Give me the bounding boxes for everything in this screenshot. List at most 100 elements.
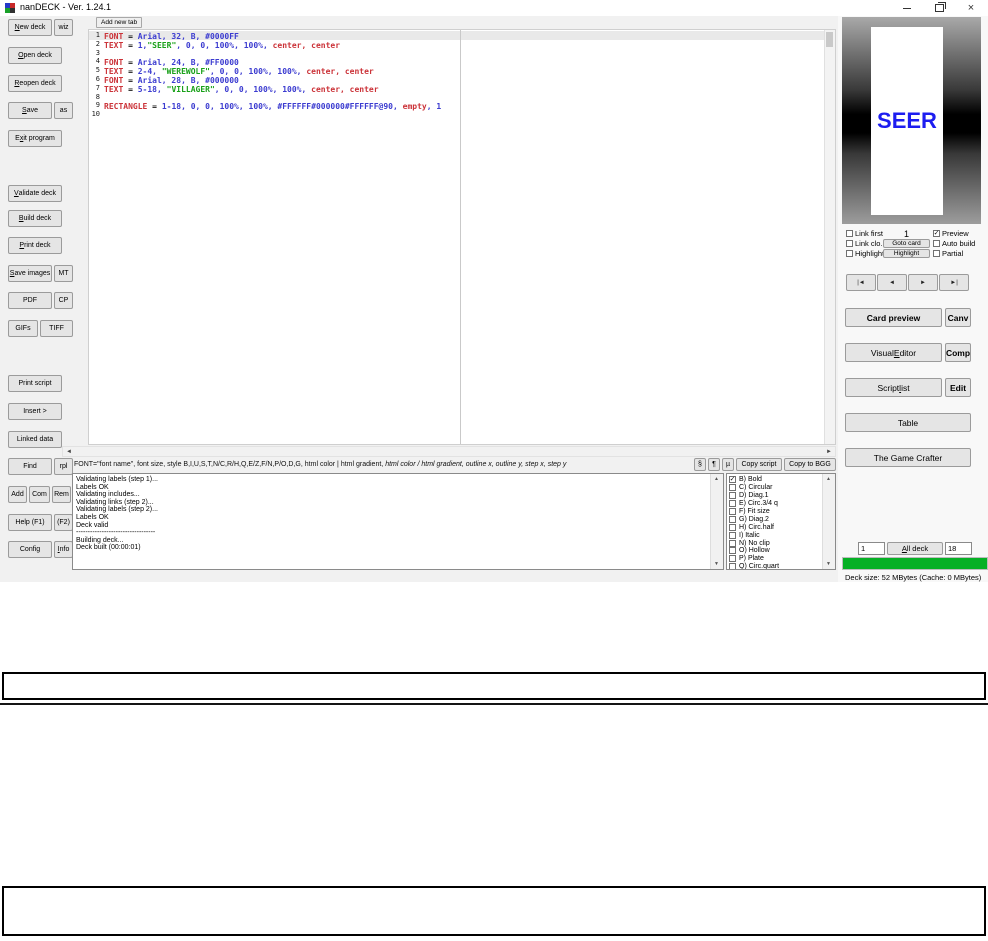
editor-right-pane[interactable] [461,31,825,444]
validation-log[interactable]: Validating labels (step 1)... Labels OK Va… [72,473,724,570]
script-editor[interactable]: 1 2 3 4 5 6 7 8 9 10 FONT = Arial, 32, B, #0000FF… [88,29,836,445]
helpbar-button-[interactable]: ¶ [708,458,720,471]
checkbox-link-clo[interactable]: Link clo. [846,239,883,248]
checkbox[interactable] [846,250,853,257]
checkbox[interactable] [729,492,736,500]
checkbox[interactable] [729,523,736,531]
sidebar-button-print-deck[interactable]: Print deck [8,237,62,254]
font-style-checklist[interactable]: ✓ B) Bold C) Circular D) Diag.1 E) Circ.3/4 … [726,473,836,570]
comp-button[interactable]: Comp [945,343,971,362]
checklist-item-n-no-clip[interactable]: N) No clip [729,539,822,547]
checkbox-highlight[interactable]: Highlight [846,249,884,258]
goto-card-button[interactable]: Goto card [883,239,930,248]
sidebar-button-rem[interactable]: Rem [52,486,71,503]
checkbox[interactable] [846,240,853,247]
sidebar-button-build-deck[interactable]: Build deck [8,210,62,227]
sidebar-button-insert[interactable]: Insert > [8,403,62,420]
sidebar-button-wiz[interactable]: wiz [54,19,73,36]
checklist-item-f-fit-size[interactable]: F) Fit size [729,508,822,516]
sidebar-button-save[interactable]: Save [8,102,52,119]
checkbox[interactable] [729,515,736,523]
previous-card-button[interactable]: ◄ [877,274,907,291]
sidebar-button-exit-program[interactable]: Ex it program [8,130,62,147]
checkbox-checked[interactable]: ✓ [933,230,940,237]
scroll-down-icon[interactable]: ▼ [823,559,834,569]
sidebar-button-print-script[interactable]: Print script [8,375,62,392]
helpbar-button-copy-to-bgg[interactable]: Copy to BGG [784,458,836,471]
sidebar-button-validate-deck[interactable]: Validate deck [8,185,62,202]
script-list-button[interactable]: Script l ist [845,378,942,397]
scrollbar-thumb[interactable] [826,32,833,47]
next-card-button[interactable]: ► [908,274,938,291]
checklist-item-i-italic[interactable]: I) Italic [729,531,822,539]
editor-horizontal-scrollbar[interactable]: ◄ ► [62,446,836,457]
scroll-up-icon[interactable]: ▲ [823,474,834,484]
helpbar-button-[interactable]: § [694,458,706,471]
sidebar-button-mt[interactable]: MT [54,265,73,282]
canv-button[interactable]: Canv [945,308,971,327]
checklist-item-c-circular[interactable]: C) Circular [729,484,822,492]
card-preview-button[interactable]: Card preview [845,308,942,327]
highlight-button[interactable]: Highlight [883,249,930,258]
sidebar-button-open-deck[interactable]: Open deck [8,47,62,64]
code-pane[interactable]: FONT = Arial, 32, B, #0000FF TEXT = 1,"SE… [102,31,460,119]
scroll-left-icon[interactable]: ◄ [63,447,75,456]
sidebar-button-save-images[interactable]: Save images [8,265,52,282]
sidebar-button-cp[interactable]: CP [54,292,73,309]
sidebar-button-info[interactable]: Info [54,541,73,558]
checkbox-checked[interactable]: ✓ [729,476,736,484]
edit-button[interactable]: Edit [945,378,971,397]
minimize-icon[interactable] [900,1,914,15]
sidebar-button-new-deck[interactable]: New deck [8,19,52,36]
checkbox[interactable] [729,531,736,539]
sidebar-button-f2[interactable]: (F2) [54,514,73,531]
sidebar-button-config[interactable]: Config [8,541,52,558]
checklist-scrollbar[interactable]: ▲ ▼ [822,474,835,569]
checkbox-partial[interactable]: Partial [933,249,963,258]
checkbox[interactable] [846,230,853,237]
table-button[interactable]: Table [845,413,971,432]
sidebar-button-pdf[interactable]: PDF [8,292,52,309]
checkbox[interactable] [933,240,940,247]
checklist-item-h-circ-half[interactable]: H) Circ.half [729,523,822,531]
checklist-item-d-diag-1[interactable]: D) Diag.1 [729,492,822,500]
card-preview-pane[interactable]: SEER [842,17,981,224]
scroll-right-icon[interactable]: ► [823,447,835,456]
checkbox[interactable] [729,508,736,515]
checkbox[interactable] [729,500,736,508]
checklist-item-b-bold[interactable]: ✓ B) Bold [729,476,822,484]
checkbox[interactable] [729,539,736,547]
sidebar-button-com[interactable]: Com [29,486,50,503]
scroll-up-icon[interactable]: ▲ [711,474,722,484]
the-game-crafter-button[interactable]: The Game Crafter [845,448,971,467]
sidebar-button-gifs[interactable]: GIFs [8,320,38,337]
sidebar-button-help-f1[interactable]: Help (F1) [8,514,52,531]
helpbar-button-[interactable]: µ [722,458,734,471]
sidebar-button-add[interactable]: Add [8,486,27,503]
checklist-item-q-circ-quart[interactable]: Q) Circ.quart [729,563,822,569]
checkbox[interactable] [729,555,736,563]
checkbox[interactable] [729,547,736,555]
checklist-item-e-circ-3-4-q[interactable]: E) Circ.3/4 q [729,500,822,508]
checkbox-preview[interactable]: ✓ Preview [933,229,969,238]
scroll-down-icon[interactable]: ▼ [711,559,722,569]
checkbox-link-first[interactable]: Link first [846,229,883,238]
sidebar-button-find[interactable]: Find [8,458,52,475]
restore-icon[interactable] [932,1,946,15]
editor-vertical-scrollbar[interactable] [824,30,835,444]
last-card-button[interactable]: ►| [939,274,969,291]
checkbox[interactable] [933,250,940,257]
checkbox[interactable] [729,563,736,569]
first-card-button[interactable]: |◄ [846,274,876,291]
range-from-input[interactable] [858,542,885,555]
range-to-input[interactable] [945,542,972,555]
sidebar-button-linked-data[interactable]: Linked data [8,431,62,448]
checklist-item-o-hollow[interactable]: O) Hollow [729,547,822,555]
visual-editor-button[interactable]: Visual Editor [845,343,942,362]
checkbox-auto-build[interactable]: Auto build [933,239,975,248]
checklist-item-p-plate[interactable]: P) Plate [729,555,822,563]
close-icon[interactable]: × [964,1,978,15]
helpbar-button-copy-script[interactable]: Copy script [736,458,782,471]
sidebar-button-as[interactable]: as [54,102,73,119]
log-scrollbar[interactable]: ▲ ▼ [710,474,723,569]
